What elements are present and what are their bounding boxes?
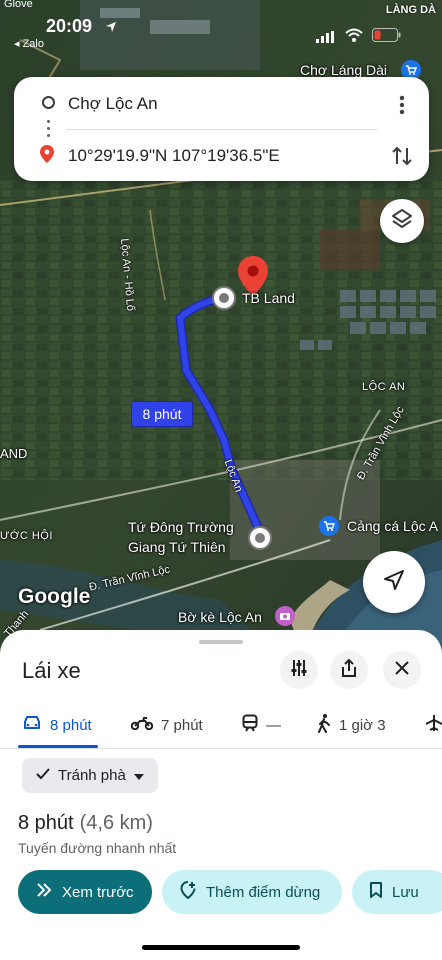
bookmark-icon: [370, 882, 382, 902]
car-icon: [22, 715, 42, 735]
clipped-label-top-right: LÀNG DÀ: [385, 4, 436, 16]
sliders-icon: [289, 658, 309, 683]
destination-field[interactable]: 10°29'19.9"N 107°19'36.5"E: [68, 146, 280, 166]
add-location-icon: [180, 881, 196, 903]
route-description: Tuyến đường nhanh nhất: [18, 840, 177, 856]
mode-tab-transit[interactable]: —: [242, 712, 281, 738]
mode-transit-label: —: [266, 716, 281, 734]
harbor-icon[interactable]: [319, 516, 339, 536]
save-label: Lưu: [392, 883, 419, 901]
mode-motorbike-label: 7 phút: [161, 716, 203, 734]
home-indicator[interactable]: [142, 945, 300, 950]
airplane-icon: [425, 714, 442, 736]
share-button[interactable]: [330, 651, 368, 689]
mode-walk-label: 1 giờ 3: [339, 716, 386, 734]
mode-drive-label: 8 phút: [50, 716, 92, 734]
origin-circle-icon: [42, 96, 55, 109]
save-button[interactable]: Lưu: [352, 870, 442, 914]
add-stop-label: Thêm điểm dừng: [206, 883, 321, 901]
place-label-tu-dong-truong[interactable]: Tứ Đông Trường: [128, 519, 234, 535]
destination-pin-small-icon: [40, 145, 54, 168]
origin-field[interactable]: Chợ Lộc An: [68, 94, 158, 114]
mode-tab-motorbike[interactable]: 7 phút: [130, 712, 203, 738]
navigation-arrow-icon: [383, 569, 405, 596]
swap-directions-icon[interactable]: [391, 144, 413, 173]
clipped-label-top-left: Glove: [4, 0, 33, 10]
preview-label: Xem trước: [62, 883, 134, 901]
close-button[interactable]: [383, 651, 421, 689]
more-options-icon[interactable]: [397, 94, 407, 116]
route-distance: (4,6 km): [79, 812, 153, 834]
place-label-bo-ke[interactable]: Bờ kè Lộc An: [178, 609, 262, 625]
location-arrow-icon: [105, 20, 117, 38]
signal-icon: [316, 30, 334, 48]
double-chevron-icon: [36, 883, 52, 901]
avoid-chip-label: Tránh phà: [58, 767, 126, 784]
layers-icon: [391, 208, 413, 235]
mode-tab-drive[interactable]: 8 phút: [22, 712, 92, 738]
camera-icon[interactable]: [275, 606, 295, 626]
status-clock: 20:09: [46, 16, 93, 36]
close-icon: [395, 660, 409, 680]
wifi-icon: [345, 28, 363, 47]
start-navigation-button[interactable]: [363, 551, 425, 613]
add-stop-button[interactable]: Thêm điểm dừng: [162, 870, 342, 914]
mode-tab-flight[interactable]: [425, 712, 442, 738]
area-label-loc-an: LỘC AN: [362, 381, 406, 393]
sheet-title: Lái xe: [22, 658, 81, 683]
walk-icon: [317, 713, 331, 737]
check-icon: [36, 767, 50, 784]
route-time-label: 8 phút: [142, 406, 182, 422]
route-summary[interactable]: 8 phút (4,6 km): [18, 812, 153, 835]
route-duration: 8 phút: [18, 812, 74, 834]
motorbike-icon: [130, 716, 154, 734]
route-options-button[interactable]: [280, 651, 318, 689]
route-time-badge[interactable]: 8 phút: [131, 401, 193, 427]
back-to-app-link[interactable]: ◂ Zalo: [14, 37, 44, 50]
modes-divider: [0, 748, 442, 749]
battery-icon: [372, 28, 402, 47]
place-label-giang-tu-thien[interactable]: Giang Tứ Thiên: [128, 539, 226, 555]
sheet-drag-handle[interactable]: [199, 640, 243, 644]
route-card-divider: [66, 129, 377, 130]
layers-button[interactable]: [380, 199, 424, 243]
preview-button[interactable]: Xem trước: [18, 870, 152, 914]
avoid-ferries-chip[interactable]: Tránh phà: [22, 758, 158, 793]
google-logo: Google: [18, 585, 91, 608]
status-bar: Glove 20:09 ◂ Zalo LÀNG DÀ: [0, 0, 442, 56]
mode-tab-walk[interactable]: 1 giờ 3: [317, 712, 386, 738]
area-label-uoc-hoi: ƯỚC HỘI: [0, 530, 53, 542]
share-icon: [340, 658, 358, 683]
place-label-tb-land[interactable]: TB Land: [242, 290, 295, 306]
transit-icon: [242, 714, 258, 736]
directions-sheet: Lái xe 8 phút 7 phút — 1 giờ 3 Tránh phà…: [0, 630, 442, 960]
place-label-cho-lang-dai[interactable]: Chơ Láng Dài: [300, 62, 387, 78]
route-dots-icon: [47, 120, 50, 140]
place-label-cang-ca[interactable]: Cảng cá Lộc A: [347, 518, 438, 534]
area-label-and: AND: [0, 446, 28, 461]
dropdown-caret-icon: [133, 767, 144, 784]
